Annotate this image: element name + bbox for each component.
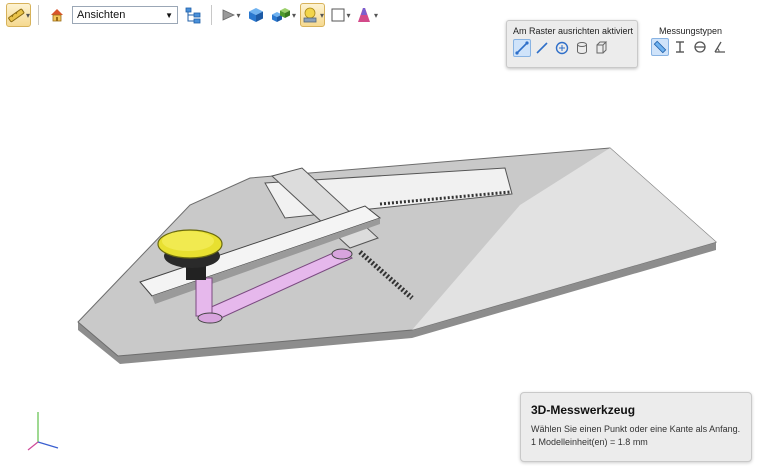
z-axis-line: [27, 441, 39, 451]
x-axis-line: [37, 441, 59, 449]
tool-title: 3D-Messwerkzeug: [531, 403, 636, 417]
point-to-point-button[interactable]: [513, 39, 531, 57]
distance-type-button[interactable]: [651, 38, 669, 56]
model-unit-scale: 1 Modelleinheit(en) = 1.8 mm: [531, 437, 648, 447]
snap-label: Am Raster ausrichten aktiviert: [513, 26, 634, 36]
angle-icon: [714, 41, 725, 53]
linkage-joint: [331, 248, 353, 260]
measure-types-label: Messungstypen: [659, 26, 723, 36]
min-distance-type-button[interactable]: [671, 38, 689, 56]
angle-type-button[interactable]: [711, 38, 729, 56]
knob-cap-top: [162, 231, 214, 251]
edge-button[interactable]: [533, 39, 551, 57]
circle-center-icon: [555, 41, 569, 55]
ruler-icon: [653, 40, 667, 54]
cylinder-icon: [577, 42, 587, 54]
coordinate-triad: [27, 412, 59, 451]
measure-type-icons: [651, 38, 729, 56]
box-button[interactable]: [593, 39, 611, 57]
snap-icons: [513, 39, 611, 57]
linkage-post[interactable]: [195, 277, 213, 317]
min-distance-icon: [676, 41, 684, 53]
circle-center-button[interactable]: [553, 39, 571, 57]
cylinder-button[interactable]: [573, 39, 591, 57]
measurement-panel: Am Raster ausrichten aktiviert Messungst…: [506, 20, 722, 68]
linkage-joint: [197, 312, 223, 324]
tool-instruction: Wählen Sie einen Punkt oder eine Kante a…: [531, 424, 741, 434]
diameter-type-button[interactable]: [691, 38, 709, 56]
box-icon: [596, 41, 608, 54]
tool-info-box: 3D-Messwerkzeug Wählen Sie einen Punkt o…: [520, 392, 752, 462]
edge-icon: [536, 42, 548, 54]
diameter-icon: [694, 41, 706, 53]
point-to-point-icon: [515, 41, 529, 55]
